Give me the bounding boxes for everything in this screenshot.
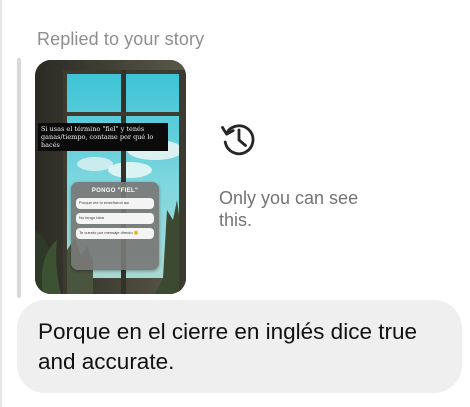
poll-option: Te cuento por mensaje directo 🙂 <box>76 228 154 239</box>
replied-to-story-label: Replied to your story <box>37 29 205 49</box>
reply-indicator-bar <box>17 58 21 298</box>
dm-thread: Replied to your story Si usas el término… <box>0 0 470 407</box>
divider <box>0 0 2 407</box>
message-text: Porque en el cierre en inglés dice true … <box>38 319 417 374</box>
poll-options: Porque me lo enseñaron así No tengo idea… <box>76 198 154 243</box>
poll-title: PONGO "FIEL" <box>91 188 139 194</box>
story-caption: Si usas el término "fiel" y tenés ganas/… <box>38 123 168 151</box>
story-thumbnail[interactable]: Si usas el término "fiel" y tenés ganas/… <box>35 60 186 294</box>
history-icon <box>218 118 260 160</box>
poll-option: Porque me lo enseñaron así <box>76 198 154 209</box>
poll-option: No tengo idea <box>76 213 154 224</box>
message-bubble[interactable]: Porque en el cierre en inglés dice true … <box>17 300 462 393</box>
poll-sticker: PONGO "FIEL" Porque me lo enseñaron así … <box>71 182 159 270</box>
visibility-notice: Only you can see this. <box>219 188 359 230</box>
